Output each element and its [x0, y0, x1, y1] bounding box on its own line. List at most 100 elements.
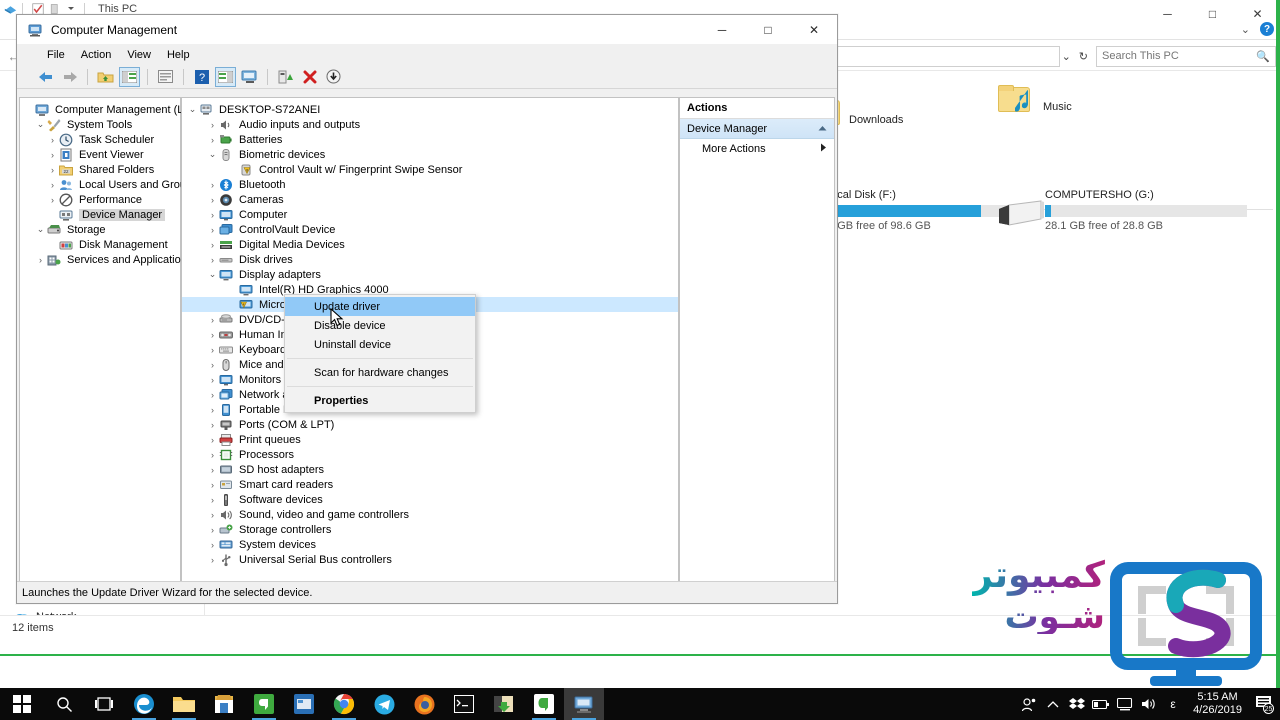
chevron-down-icon[interactable]: ⌄	[34, 224, 47, 235]
green-app-icon[interactable]	[244, 688, 284, 720]
show-hidden-icons-icon[interactable]	[1041, 688, 1065, 720]
chevron-right-icon[interactable]: ›	[206, 420, 219, 430]
tree-item[interactable]: › Sound, video and game controllers	[182, 507, 678, 522]
chevron-right-icon[interactable]: ›	[206, 135, 219, 145]
tree-item[interactable]: › Computer	[182, 207, 678, 222]
chevron-right-icon[interactable]: ›	[206, 315, 219, 325]
edge-icon[interactable]	[124, 688, 164, 720]
address-dropdown-icon[interactable]: ⌄	[1062, 50, 1071, 63]
tree-item[interactable]: › Performance	[20, 192, 180, 207]
menu-view[interactable]: View	[119, 47, 159, 63]
chevron-right-icon[interactable]: ›	[206, 330, 219, 340]
tree-item[interactable]: › Universal Serial Bus controllers	[182, 552, 678, 567]
refresh-icon[interactable]: ↻	[1079, 50, 1088, 63]
chevron-right-icon[interactable]: ›	[206, 210, 219, 220]
battery-icon[interactable]	[1089, 688, 1113, 720]
update-driver-icon[interactable]	[275, 67, 296, 87]
tree-item[interactable]: Disk Management	[20, 237, 180, 252]
tree-item[interactable]: › Local Users and Groups	[20, 177, 198, 192]
tree-item[interactable]: › Disk drives	[182, 252, 678, 267]
microsoft-store-icon[interactable]	[204, 688, 244, 720]
dropbox-icon[interactable]	[1065, 688, 1089, 720]
chevron-right-icon[interactable]: ›	[206, 120, 219, 130]
show-hide-console-tree-icon[interactable]	[119, 66, 140, 87]
tree-item[interactable]: › Digital Media Devices	[182, 237, 678, 252]
chevron-down-icon[interactable]: ⌄	[34, 119, 47, 130]
tree-item[interactable]: › Ports (COM & LPT)	[182, 417, 678, 432]
chevron-right-icon[interactable]: ›	[206, 195, 219, 205]
cm-minimize-button[interactable]: ─	[699, 15, 745, 44]
file-explorer-icon[interactable]	[164, 688, 204, 720]
chevron-right-icon[interactable]: ›	[206, 240, 219, 250]
chevron-down-icon[interactable]: ⌄	[206, 149, 219, 160]
help-icon[interactable]: ?	[191, 67, 212, 87]
command-prompt-icon[interactable]	[444, 688, 484, 720]
console-window-icon[interactable]	[239, 67, 260, 87]
tree-item[interactable]: ⌄ Storage	[20, 222, 180, 237]
telegram-icon[interactable]	[364, 688, 404, 720]
cm-actions-pane[interactable]: Actions Device Manager More Actions	[679, 97, 835, 597]
search-input[interactable]: Search This PC 🔍	[1096, 45, 1276, 67]
tree-item[interactable]: › Print queues	[182, 432, 678, 447]
chevron-right-icon[interactable]: ›	[206, 450, 219, 460]
chevron-right-icon[interactable]: ›	[206, 180, 219, 190]
chevron-right-icon[interactable]: ›	[46, 180, 59, 190]
properties-icon[interactable]	[155, 67, 176, 87]
firefox-icon[interactable]	[404, 688, 444, 720]
context-menu-item-properties[interactable]: Properties	[285, 391, 475, 410]
chrome-icon[interactable]	[324, 688, 364, 720]
tree-item[interactable]: Control Vault w/ Fingerprint Swipe Senso…	[182, 162, 678, 177]
tree-item[interactable]: Computer Management (Local)	[20, 102, 207, 117]
chevron-right-icon[interactable]: ›	[46, 135, 59, 145]
chevron-down-icon[interactable]: ⌄	[206, 269, 219, 280]
chevron-right-icon[interactable]: ›	[206, 390, 219, 400]
up-folder-icon[interactable]	[95, 67, 116, 87]
cm-titlebar[interactable]: Computer Management ─ □ ✕	[17, 15, 837, 44]
menu-help[interactable]: Help	[159, 47, 198, 63]
tree-item[interactable]: › Processors	[182, 447, 678, 462]
context-menu-item-disable-device[interactable]: Disable device	[285, 316, 475, 335]
chevron-up-icon[interactable]	[818, 123, 827, 135]
chevron-right-icon[interactable]: ›	[206, 405, 219, 415]
chevron-right-icon[interactable]: ›	[46, 195, 59, 205]
chevron-right-icon[interactable]: ›	[46, 165, 59, 175]
action-center-icon[interactable]: 25	[1250, 688, 1280, 720]
tree-item[interactable]: › SD host adapters	[182, 462, 678, 477]
context-menu-item-update-driver[interactable]: Update driver	[285, 297, 475, 316]
chevron-right-icon[interactable]: ›	[206, 540, 219, 550]
download-manager-icon[interactable]	[484, 688, 524, 720]
chevron-right-icon[interactable]: ›	[206, 360, 219, 370]
chevron-right-icon[interactable]	[820, 143, 827, 155]
chevron-right-icon[interactable]: ›	[206, 255, 219, 265]
tree-item[interactable]: › Audio inputs and outputs	[182, 117, 678, 132]
context-menu-item-scan-hardware-changes[interactable]: Scan for hardware changes	[285, 363, 475, 382]
chevron-right-icon[interactable]: ›	[206, 435, 219, 445]
cm-close-button[interactable]: ✕	[791, 15, 837, 44]
tree-item[interactable]: ⌄ Biometric devices	[182, 147, 678, 162]
tree-item[interactable]: › Smart card readers	[182, 477, 678, 492]
tree-item[interactable]: › 22 Shared Folders	[20, 162, 180, 177]
task-view-icon[interactable]	[84, 688, 124, 720]
tree-item[interactable]: › Cameras	[182, 192, 678, 207]
tree-item[interactable]: › Storage controllers	[182, 522, 678, 537]
tree-item[interactable]: › Event Viewer	[20, 147, 180, 162]
chevron-right-icon[interactable]: ›	[206, 495, 219, 505]
scan-hardware-changes-icon[interactable]	[323, 67, 344, 87]
chevron-right-icon[interactable]: ›	[206, 555, 219, 565]
tree-item[interactable]: › Batteries	[182, 132, 678, 147]
chevron-right-icon[interactable]: ›	[206, 510, 219, 520]
explorer-drive-computersho-g[interactable]: COMPUTERSHO (G:) 28.1 GB free of 28.8 GB	[1045, 189, 1275, 232]
network-icon[interactable]	[1113, 688, 1137, 720]
chevron-right-icon[interactable]: ›	[206, 480, 219, 490]
tree-item[interactable]: ⌄ DESKTOP-S72ANEI	[182, 102, 678, 117]
chevron-right-icon[interactable]: ›	[46, 150, 59, 160]
chevron-down-icon[interactable]: ⌄	[186, 104, 199, 115]
cm-maximize-button[interactable]: □	[745, 15, 791, 44]
green-c-app-icon[interactable]	[524, 688, 564, 720]
menu-action[interactable]: Action	[73, 47, 120, 63]
tree-item[interactable]: ⌄ System Tools	[20, 117, 180, 132]
back-icon[interactable]	[35, 67, 56, 87]
help-icon[interactable]: ?	[1260, 22, 1274, 36]
ribbon-expand-icon[interactable]: ⌄	[1241, 23, 1250, 36]
tree-item[interactable]: › Services and Applications	[20, 252, 192, 267]
